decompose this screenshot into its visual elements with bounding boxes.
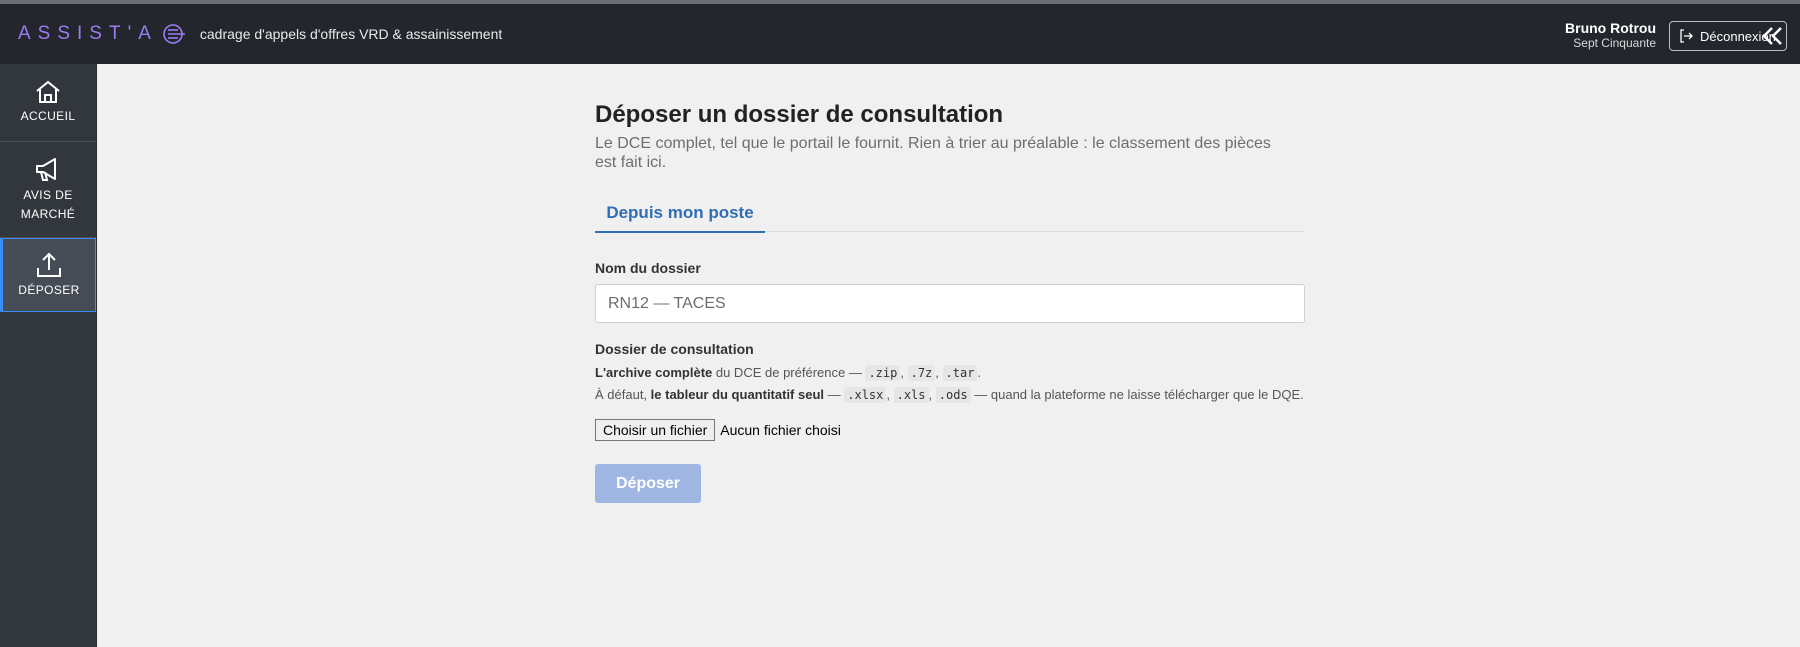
file-help-text: L'archive complète du DCE de préférence … [595, 362, 1305, 406]
file-picker: Choisir un fichier Aucun fichier choisi [595, 419, 1305, 441]
file-status: Aucun fichier choisi [720, 422, 841, 438]
app-tagline: cadrage d'appels d'offres VRD & assainis… [199, 26, 503, 42]
sidebar-item-avis-de-marche[interactable]: AVIS DE MARCHÉ [0, 142, 96, 238]
source-tabs: Depuis mon poste [595, 198, 1305, 233]
logout-icon [1678, 28, 1694, 44]
user-organization: Sept Cinquante [1573, 36, 1656, 50]
upload-form: Déposer un dossier de consultation Le DC… [595, 100, 1305, 503]
page-title: Déposer un dossier de consultation [595, 101, 1004, 128]
page-subtitle: Le DCE complet, tel que le portail le fo… [595, 135, 1271, 171]
double-chevron-left-icon [1761, 25, 1785, 47]
ext-tar: .tar [942, 365, 978, 381]
ext-ods: .ods [935, 387, 971, 403]
top-bar: ASSIST'A cadrage d'appels d'offres VRD &… [0, 0, 1800, 64]
home-icon [34, 79, 62, 105]
consultation-file-label: Dossier de consultation [595, 341, 754, 357]
sidebar: ACCUEIL AVIS DE MARCHÉ DÉPOSER [0, 64, 97, 647]
logo[interactable]: ASSIST'A [18, 23, 186, 45]
logo-e-icon [160, 23, 186, 45]
choose-file-button[interactable]: Choisir un fichier [595, 419, 716, 441]
sidebar-item-label: ACCUEIL [20, 109, 76, 123]
tab-depuis-mon-poste[interactable]: Depuis mon poste [595, 198, 765, 233]
submit-button[interactable]: Déposer [595, 464, 701, 503]
sidebar-item-label-line2: MARCHÉ [20, 206, 76, 221]
help-line-spreadsheet: À défaut, le tableur du quantitatif seul… [595, 387, 1304, 403]
sidebar-item-deposer[interactable]: DÉPOSER [0, 238, 96, 312]
folder-name-label: Nom du dossier [595, 260, 701, 276]
ext-7z: .7z [907, 365, 936, 381]
folder-name-input[interactable] [595, 284, 1305, 323]
logo-text: ASSIST'A [18, 23, 158, 44]
sidebar-item-label: DÉPOSER [18, 282, 80, 297]
user-name: Bruno Rotrou [1565, 20, 1656, 36]
upload-icon [35, 251, 63, 279]
collapse-sidebar-button[interactable] [1759, 22, 1787, 50]
user-info: Bruno Rotrou Sept Cinquante [1565, 20, 1656, 50]
ext-xls: .xls [893, 387, 929, 403]
sidebar-item-accueil[interactable]: ACCUEIL [0, 64, 96, 142]
sidebar-item-label-line1: AVIS DE [23, 187, 73, 202]
help-line-archive: L'archive complète du DCE de préférence … [595, 365, 982, 381]
ext-zip: .zip [865, 365, 901, 381]
ext-xlsx: .xlsx [844, 387, 887, 403]
megaphone-icon [33, 156, 63, 184]
